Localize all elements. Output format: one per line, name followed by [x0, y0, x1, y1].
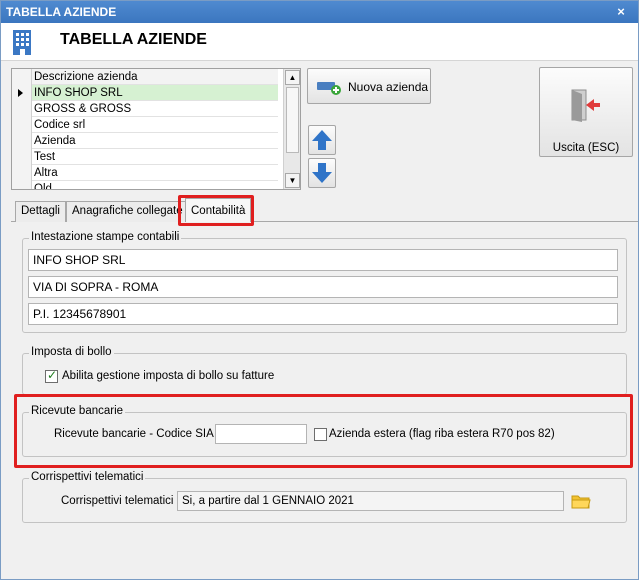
table-row[interactable]: GROSS & GROSS	[12, 101, 278, 117]
new-company-label: Nuova azienda	[348, 80, 429, 94]
corrispettivi-title: Corrispettivi telematici	[29, 471, 146, 483]
intestazione-line1-field[interactable]: INFO SHOP SRL	[28, 249, 618, 271]
scroll-down-icon[interactable]: ▼	[285, 173, 300, 188]
company-grid[interactable]: Descrizione azienda INFO SHOP SRL GROSS …	[11, 68, 301, 190]
sia-code-label: Ricevute bancarie - Codice SIA :	[54, 428, 220, 440]
table-row[interactable]: Altra	[12, 165, 278, 181]
add-record-icon	[317, 82, 341, 95]
corrispettivi-value-field: Si, a partire dal 1 GENNAIO 2021	[177, 491, 564, 511]
column-header-description[interactable]: Descrizione azienda	[34, 69, 138, 85]
move-up-button[interactable]	[308, 125, 336, 155]
table-row[interactable]: Azienda	[12, 133, 278, 149]
table-cell[interactable]: INFO SHOP SRL	[34, 85, 123, 101]
table-cell[interactable]: Azienda	[34, 133, 76, 149]
table-row[interactable]: Test	[12, 149, 278, 165]
page-title: TABELLA AZIENDE	[60, 31, 207, 48]
window: TABELLA AZIENDE × TABELLA AZIENDE Descri…	[0, 0, 639, 580]
foreign-company-checkbox[interactable]	[314, 428, 327, 441]
arrow-up-icon	[312, 130, 332, 150]
new-company-button[interactable]: Nuova azienda	[307, 68, 431, 104]
arrow-down-icon	[312, 163, 332, 183]
exit-door-icon	[571, 89, 600, 122]
exit-label: Uscita (ESC)	[552, 142, 620, 154]
window-title: TABELLA AZIENDE	[6, 5, 117, 19]
move-down-button[interactable]	[308, 158, 336, 188]
exit-button[interactable]: Uscita (ESC)	[539, 67, 633, 157]
folder-icon	[571, 495, 591, 509]
table-cell[interactable]: Codice srl	[34, 117, 85, 133]
table-cell[interactable]: Altra	[34, 165, 58, 181]
header: TABELLA AZIENDE	[1, 23, 638, 61]
corrispettivi-label: Corrispettivi telematici :	[61, 495, 180, 507]
tab-contabilita[interactable]: Contabilità	[185, 198, 252, 222]
scrollbar-thumb[interactable]	[286, 87, 299, 153]
folder-browse-button[interactable]	[568, 490, 594, 512]
table-cell[interactable]: GROSS & GROSS	[34, 101, 131, 117]
ricevute-title: Ricevute bancarie	[29, 405, 126, 417]
foreign-company-label: Azienda estera (flag riba estera R70 pos…	[329, 428, 555, 440]
table-row[interactable]: INFO SHOP SRL	[12, 85, 278, 101]
sia-code-input[interactable]	[215, 424, 307, 444]
table-row[interactable]: Codice srl	[12, 117, 278, 133]
bollo-title: Imposta di bollo	[29, 346, 114, 358]
intestazione-title: Intestazione stampe contabili	[29, 231, 182, 243]
table-row[interactable]: Old	[12, 181, 278, 189]
grid-header-row: Descrizione azienda	[12, 69, 278, 85]
building-icon	[13, 30, 31, 55]
tab-anagrafiche-collegate[interactable]: Anagrafiche collegate	[66, 201, 189, 222]
table-cell[interactable]: Test	[34, 149, 55, 165]
current-row-indicator-icon	[18, 89, 23, 97]
table-cell[interactable]: Old	[34, 181, 52, 189]
tab-dettagli[interactable]: Dettagli	[15, 201, 66, 222]
bollo-checkbox[interactable]	[45, 368, 58, 383]
intestazione-line3-field[interactable]: P.I. 12345678901	[28, 303, 618, 325]
bollo-checkbox-label: Abilita gestione imposta di bollo su fat…	[62, 370, 275, 382]
close-icon[interactable]: ×	[614, 5, 628, 19]
scroll-up-icon[interactable]: ▲	[285, 70, 300, 85]
grid-scrollbar[interactable]: ▲ ▼	[283, 69, 300, 189]
title-bar: TABELLA AZIENDE ×	[1, 1, 638, 23]
intestazione-line2-field[interactable]: VIA DI SOPRA - ROMA	[28, 276, 618, 298]
